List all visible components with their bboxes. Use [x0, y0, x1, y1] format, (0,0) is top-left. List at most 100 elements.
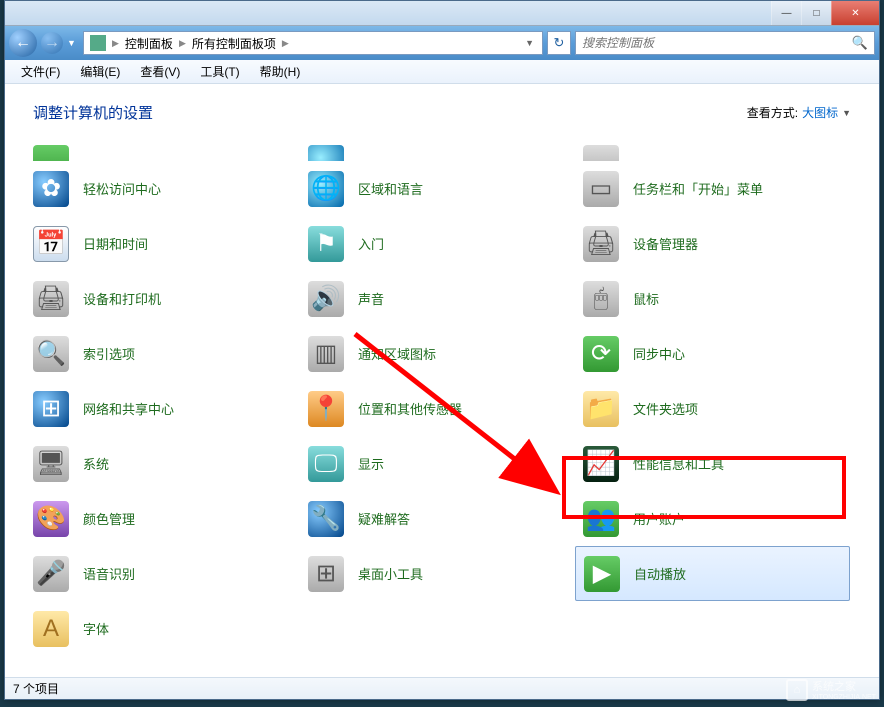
item-label: 文件夹选项 — [633, 399, 698, 418]
item-label: 桌面小工具 — [358, 564, 423, 583]
list-item[interactable] — [25, 131, 300, 161]
network-icon: ⊞ — [33, 391, 69, 427]
item-location-sensors[interactable]: 📍位置和其他传感器 — [300, 381, 575, 436]
search-box[interactable]: 🔍 — [575, 31, 875, 55]
watermark-sub: XITONGZHIJIA.NET — [812, 694, 876, 701]
item-performance-info[interactable]: 📈 性能信息和工具 — [575, 436, 850, 491]
item-sync-center[interactable]: ⟳ 同步中心 — [575, 326, 850, 381]
item-label: 颜色管理 — [83, 509, 135, 528]
item-folder-options[interactable]: 📁 文件夹选项 — [575, 381, 850, 436]
viewmode-value[interactable]: 大图标 — [802, 104, 838, 121]
item-region-language[interactable]: 🌐区域和语言 — [300, 161, 575, 216]
menu-help[interactable]: 帮助(H) — [250, 63, 311, 80]
item-system[interactable]: 🖥 系统 — [25, 436, 300, 491]
item-date-time[interactable]: 📅日期和时间 — [25, 216, 300, 271]
forward-button[interactable]: → — [41, 32, 63, 54]
item-label: 字体 — [83, 619, 109, 638]
watermark-text: 系统之家 — [812, 678, 876, 694]
item-sound[interactable]: 🔊 声音 — [300, 271, 575, 326]
status-bar: 7 个项目 — [5, 677, 879, 699]
refresh-button[interactable]: ↻ — [547, 31, 571, 55]
ease-of-access-icon: ✿ — [33, 171, 69, 207]
item-user-accounts[interactable]: 👥 用户账户 — [575, 491, 850, 546]
item-label: 用户账户 — [633, 509, 685, 528]
tray-icon: ▥ — [308, 336, 344, 372]
computer-icon: 🖥 — [33, 446, 69, 482]
item-desktop-gadgets[interactable]: ⊞ 桌面小工具 — [300, 546, 575, 601]
item-label: 入门 — [358, 234, 384, 253]
item-indexing[interactable]: 🔍索引选项 — [25, 326, 300, 381]
control-panel-icon — [90, 35, 106, 51]
list-item[interactable] — [300, 131, 575, 161]
back-button[interactable]: ← — [9, 29, 37, 57]
item-label: 同步中心 — [633, 344, 685, 363]
color-icon: 🎨 — [33, 501, 69, 537]
close-button[interactable]: ✕ — [831, 1, 879, 25]
item-label: 显示 — [358, 454, 384, 473]
item-device-manager[interactable]: 🖨 设备管理器 — [575, 216, 850, 271]
item-label: 轻松访问中心 — [83, 179, 161, 198]
item-ease-of-access[interactable]: ✿ 轻松访问中心 — [25, 161, 300, 216]
autoplay-icon: ▶ — [584, 556, 620, 592]
flag-icon: ⚑ — [308, 226, 344, 262]
gadgets-icon: ⊞ — [308, 556, 344, 592]
page-title: 调整计算机的设置 — [33, 102, 153, 123]
item-label: 性能信息和工具 — [633, 454, 724, 473]
location-icon: 📍 — [308, 391, 344, 427]
address-bar[interactable]: ▶ 控制面板 ▶ 所有控制面板项 ▶ ▼ — [83, 31, 543, 55]
item-troubleshooting[interactable]: 🔧疑难解答 — [300, 491, 575, 546]
list-item[interactable] — [575, 131, 850, 161]
search-input[interactable] — [582, 36, 852, 50]
maximize-button[interactable]: □ — [801, 1, 831, 25]
navigation-bar: ← → ▼ ▶ 控制面板 ▶ 所有控制面板项 ▶ ▼ ↻ 🔍 — [5, 26, 879, 60]
breadcrumb-control-panel[interactable]: 控制面板 — [121, 35, 177, 52]
item-color-management[interactable]: 🎨 颜色管理 — [25, 491, 300, 546]
speaker-icon: 🔊 — [308, 281, 344, 317]
content-header: 调整计算机的设置 查看方式: 大图标 ▼ — [5, 84, 879, 131]
nav-history-dropdown[interactable]: ▼ — [67, 38, 79, 48]
search-icon[interactable]: 🔍 — [852, 35, 868, 51]
item-network-sharing[interactable]: ⊞ 网络和共享中心 — [25, 381, 300, 436]
menu-file[interactable]: 文件(F) — [11, 63, 70, 80]
folder-icon: 📁 — [583, 391, 619, 427]
address-dropdown[interactable]: ▼ — [519, 38, 540, 48]
item-getting-started[interactable]: ⚑ 入门 — [300, 216, 575, 271]
item-label: 任务栏和「开始」菜单 — [633, 179, 763, 198]
item-label: 网络和共享中心 — [83, 399, 174, 418]
mouse-icon: 🖱 — [583, 281, 619, 317]
item-mouse[interactable]: 🖱 鼠标 — [575, 271, 850, 326]
viewmode-dropdown-icon[interactable]: ▼ — [842, 108, 851, 118]
item-autoplay[interactable]: ▶自动播放 — [575, 546, 850, 601]
item-notification-icons[interactable]: ▥通知区域图标 — [300, 326, 575, 381]
sync-icon: ⟳ — [583, 336, 619, 372]
menu-tools[interactable]: 工具(T) — [190, 63, 249, 80]
item-taskbar-start[interactable]: ▭任务栏和「开始」菜单 — [575, 161, 850, 216]
item-label: 设备管理器 — [633, 234, 698, 253]
microphone-icon: 🎤 — [33, 556, 69, 592]
users-icon: 👥 — [583, 501, 619, 537]
control-panel-window: — □ ✕ ← → ▼ ▶ 控制面板 ▶ 所有控制面板项 ▶ ▼ ↻ 🔍 文件(… — [4, 0, 880, 700]
troubleshoot-icon: 🔧 — [308, 501, 344, 537]
content-area: 调整计算机的设置 查看方式: 大图标 ▼ ✿ 轻松访问中心 🌐区域和语言 ▭任务栏… — [5, 84, 879, 677]
shield-icon — [33, 145, 69, 161]
globe-clock-icon: 🌐 — [308, 171, 344, 207]
fonts-icon: A — [33, 611, 69, 647]
item-fonts[interactable]: A 字体 — [25, 601, 300, 656]
status-text: 7 个项目 — [13, 680, 59, 697]
item-label: 声音 — [358, 289, 384, 308]
menu-edit[interactable]: 编辑(E) — [70, 63, 130, 80]
menu-view[interactable]: 查看(V) — [130, 63, 190, 80]
item-label: 索引选项 — [83, 344, 135, 363]
item-display[interactable]: 🖵显示 — [300, 436, 575, 491]
item-speech-recognition[interactable]: 🎤语音识别 — [25, 546, 300, 601]
item-label: 鼠标 — [633, 289, 659, 308]
item-label: 系统 — [83, 454, 109, 473]
globe-icon — [308, 145, 344, 161]
minimize-button[interactable]: — — [771, 1, 801, 25]
device-manager-icon: 🖨 — [583, 226, 619, 262]
breadcrumb-sep: ▶ — [177, 38, 188, 49]
performance-icon: 📈 — [583, 446, 619, 482]
item-devices-printers[interactable]: 🖨设备和打印机 — [25, 271, 300, 326]
breadcrumb-sep: ▶ — [280, 38, 291, 49]
breadcrumb-all-items[interactable]: 所有控制面板项 — [188, 35, 280, 52]
